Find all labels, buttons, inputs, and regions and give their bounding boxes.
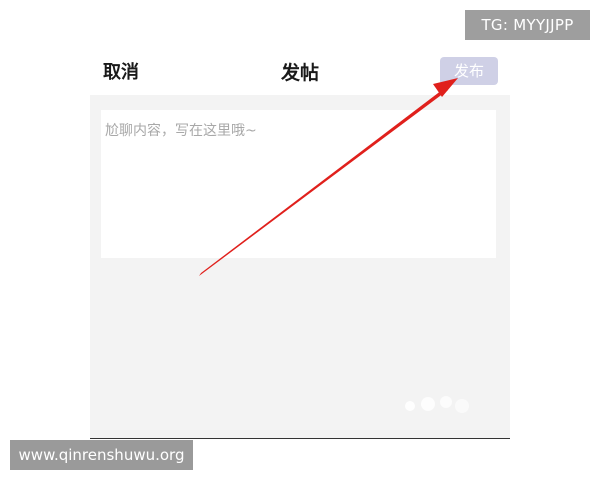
post-content-input[interactable] [101,110,496,258]
page-title: 发帖 [280,62,319,84]
publish-button[interactable]: 发布 [440,57,498,85]
watermark-telegram: TG: MYYJJPP [465,10,590,40]
bottom-divider [90,438,510,439]
watermark-website: www.qinrenshuwu.org [10,440,193,470]
blurred-dots [405,396,469,413]
cancel-button[interactable]: 取消 [103,60,143,86]
